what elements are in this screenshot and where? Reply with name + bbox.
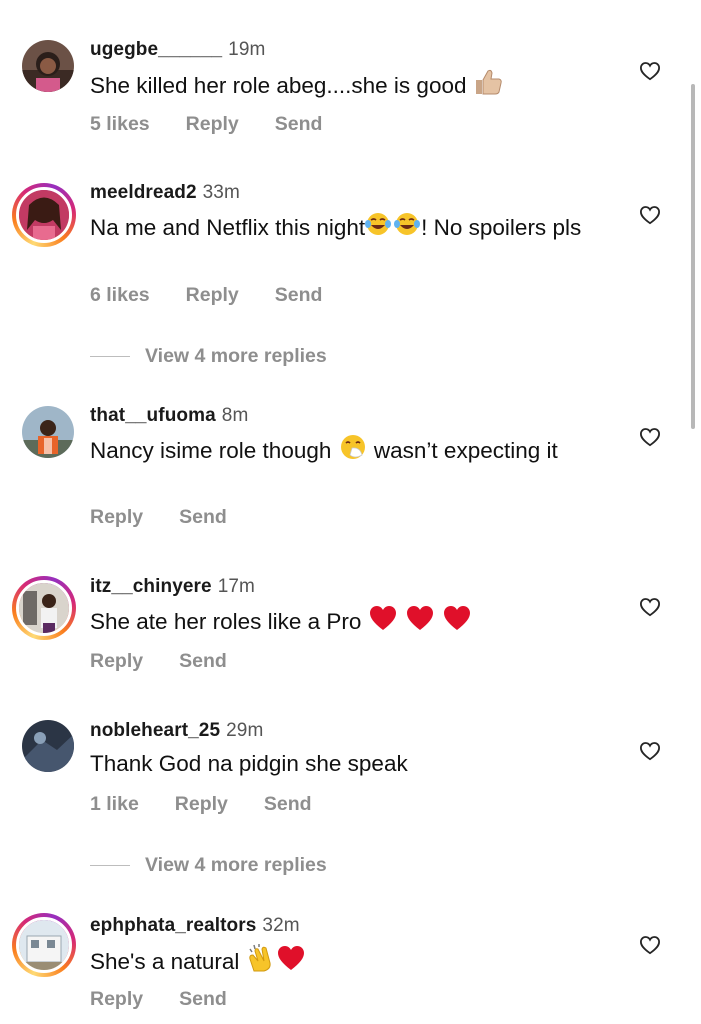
avatar-image <box>22 40 74 92</box>
reply-button[interactable]: Reply <box>90 506 143 528</box>
thumbs-up-icon <box>473 68 503 102</box>
avatar-image <box>16 580 72 636</box>
username[interactable]: that__ufuoma <box>90 405 216 426</box>
likes-count[interactable]: 5 likes <box>90 113 150 135</box>
divider <box>90 356 130 357</box>
send-button[interactable]: Send <box>179 650 227 672</box>
avatar-photo <box>19 583 69 633</box>
like-heart-icon[interactable] <box>639 597 661 617</box>
divider <box>90 865 130 866</box>
like-heart-icon[interactable] <box>639 61 661 81</box>
username[interactable]: meeldread2 <box>90 182 197 203</box>
comment-actions: 1 like Reply Send <box>90 793 348 816</box>
send-button[interactable]: Send <box>264 793 312 815</box>
reply-button[interactable]: Reply <box>186 113 239 135</box>
avatar-photo <box>22 720 74 772</box>
comment-header: nobleheart_25 29m <box>90 720 263 742</box>
username[interactable]: nobleheart_25 <box>90 720 220 741</box>
comment-text: She killed her role abeg....she is good <box>90 68 620 104</box>
comment-body: Nancy isime role though <box>90 437 332 463</box>
username[interactable]: itz__chinyere <box>90 576 212 597</box>
timestamp: 29m <box>226 720 264 741</box>
avatar-image <box>22 406 74 458</box>
comment-body: She ate her roles like a Pro <box>90 608 362 634</box>
send-button[interactable]: Send <box>275 284 323 306</box>
sneezing-face-icon <box>338 433 368 467</box>
send-button[interactable]: Send <box>275 113 323 135</box>
comment-body-continued: wasn’t expecting it <box>373 437 558 463</box>
like-heart-icon[interactable] <box>639 427 661 447</box>
comment-text: Thank God na pidgin she speak <box>90 750 620 777</box>
timestamp: 8m <box>221 405 249 426</box>
comment-header: ephphata_realtors 32m <box>90 915 300 937</box>
likes-count[interactable]: 1 like <box>90 793 139 815</box>
like-heart-icon[interactable] <box>639 741 661 761</box>
red-hearts-icon <box>368 604 472 638</box>
username[interactable]: ephphata_realtors <box>90 915 256 936</box>
comment-actions: Reply Send <box>90 650 263 673</box>
like-heart-icon[interactable] <box>639 205 661 225</box>
comment-header: that__ufuoma 8m <box>90 405 248 427</box>
avatar-photo <box>19 920 69 970</box>
comment-header: itz__chinyere 17m <box>90 576 255 598</box>
comment-actions: Reply Send <box>90 506 263 529</box>
red-heart-icon <box>276 944 306 978</box>
avatar-image <box>16 917 72 973</box>
comment-body: Thank God na pidgin she speak <box>90 751 408 776</box>
comment-header: meeldread2 33m <box>90 182 240 204</box>
avatar-with-story-ring[interactable] <box>12 913 76 977</box>
tears-of-joy-icon <box>365 211 421 243</box>
avatar-photo <box>22 40 74 92</box>
avatar[interactable] <box>12 398 76 462</box>
comment-actions: 5 likes Reply Send <box>90 113 358 136</box>
comment-text: Nancy isime role though wasn’t expecting… <box>90 435 620 469</box>
avatar-image <box>22 720 74 772</box>
comment-body: She killed her role abeg....she is good <box>90 72 467 98</box>
avatar-photo <box>19 190 69 240</box>
reply-button[interactable]: Reply <box>186 284 239 306</box>
avatar-with-story-ring[interactable] <box>12 576 76 640</box>
send-button[interactable]: Send <box>179 988 227 1010</box>
comment-text: She ate her roles like a Pro <box>90 606 620 640</box>
likes-count[interactable]: 6 likes <box>90 284 150 306</box>
timestamp: 32m <box>262 915 300 936</box>
avatar-with-story-ring[interactable] <box>12 183 76 247</box>
comment-actions: 6 likes Reply Send <box>90 284 358 307</box>
scrollbar[interactable] <box>691 84 695 429</box>
comment-header: ugegbe______ 19m <box>90 39 265 61</box>
view-more-label[interactable]: View 4 more replies <box>145 345 327 368</box>
username[interactable]: ugegbe______ <box>90 39 222 60</box>
comment-body-continued: ! No spoilers pls <box>421 214 582 240</box>
comment-body: Na me and Netflix this night <box>90 214 366 240</box>
timestamp: 17m <box>217 576 255 597</box>
timestamp: 19m <box>228 39 266 60</box>
view-more-label[interactable]: View 4 more replies <box>145 854 327 877</box>
comment-text: She's a natural <box>90 943 620 981</box>
comment-text: Na me and Netflix this night ! No spoile… <box>90 213 620 245</box>
view-more-replies[interactable]: View 4 more replies <box>90 854 327 877</box>
avatar-photo <box>22 406 74 458</box>
avatar[interactable] <box>12 712 76 776</box>
clapping-hands-icon <box>246 943 276 979</box>
timestamp: 33m <box>202 182 240 203</box>
view-more-replies[interactable]: View 4 more replies <box>90 345 327 368</box>
comment-body: She's a natural <box>90 948 240 974</box>
avatar-image <box>16 187 72 243</box>
send-button[interactable]: Send <box>179 506 227 528</box>
avatar[interactable] <box>12 32 76 96</box>
reply-button[interactable]: Reply <box>175 793 228 815</box>
reply-button[interactable]: Reply <box>90 988 143 1010</box>
comment-actions: Reply Send <box>90 988 263 1011</box>
like-heart-icon[interactable] <box>639 935 661 955</box>
reply-button[interactable]: Reply <box>90 650 143 672</box>
